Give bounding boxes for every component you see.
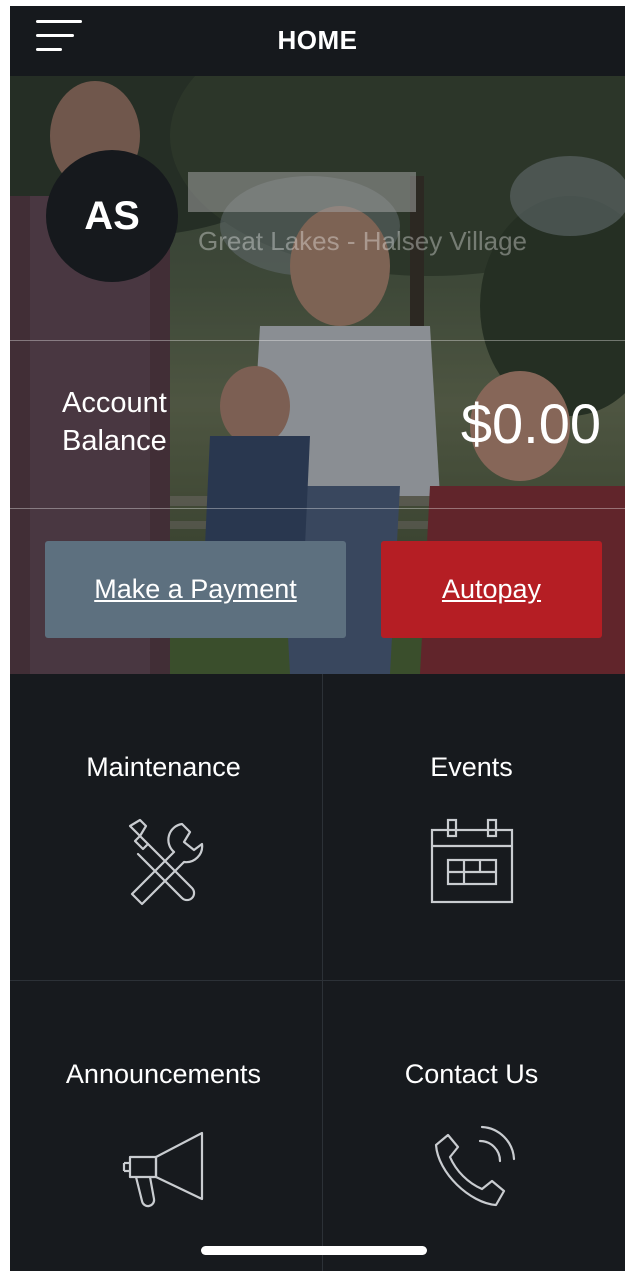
autopay-button[interactable]: Autopay — [381, 541, 602, 638]
feature-grid: Maintenance Events Announcements Contact… — [10, 674, 625, 1271]
home-indicator[interactable] — [201, 1246, 427, 1255]
top-bar: HOME — [10, 6, 625, 76]
community-name: Great Lakes - Halsey Village — [198, 226, 528, 256]
tile-label: Announcements — [65, 1059, 262, 1089]
account-balance-value: $0.00 — [460, 392, 601, 455]
phone-icon — [434, 1125, 515, 1207]
tile-label: Maintenance — [86, 752, 241, 782]
page-title: HOME — [277, 25, 358, 55]
app-screen: HOME AS Great Lakes - Halsey Village Acc… — [10, 6, 625, 1271]
tile-label: Contact Us — [404, 1059, 539, 1089]
maintenance-tile[interactable]: Maintenance — [10, 674, 317, 980]
megaphone-icon — [122, 1131, 203, 1208]
announcements-tile[interactable]: Announcements — [10, 981, 317, 1271]
tile-label: Events — [430, 752, 513, 782]
divider — [10, 508, 625, 509]
account-balance-label: Account Balance — [62, 387, 167, 457]
hamburger-menu-icon[interactable] — [36, 18, 92, 58]
account-hero: AS Great Lakes - Halsey Village Account … — [10, 76, 625, 674]
tools-icon — [128, 818, 203, 906]
avatar[interactable]: AS — [46, 150, 178, 282]
contact-us-tile[interactable]: Contact Us — [318, 981, 625, 1271]
events-tile[interactable]: Events — [318, 674, 625, 980]
redacted-name — [188, 172, 416, 212]
divider — [10, 340, 625, 341]
make-payment-button[interactable]: Make a Payment — [45, 541, 346, 638]
calendar-icon — [430, 818, 513, 904]
